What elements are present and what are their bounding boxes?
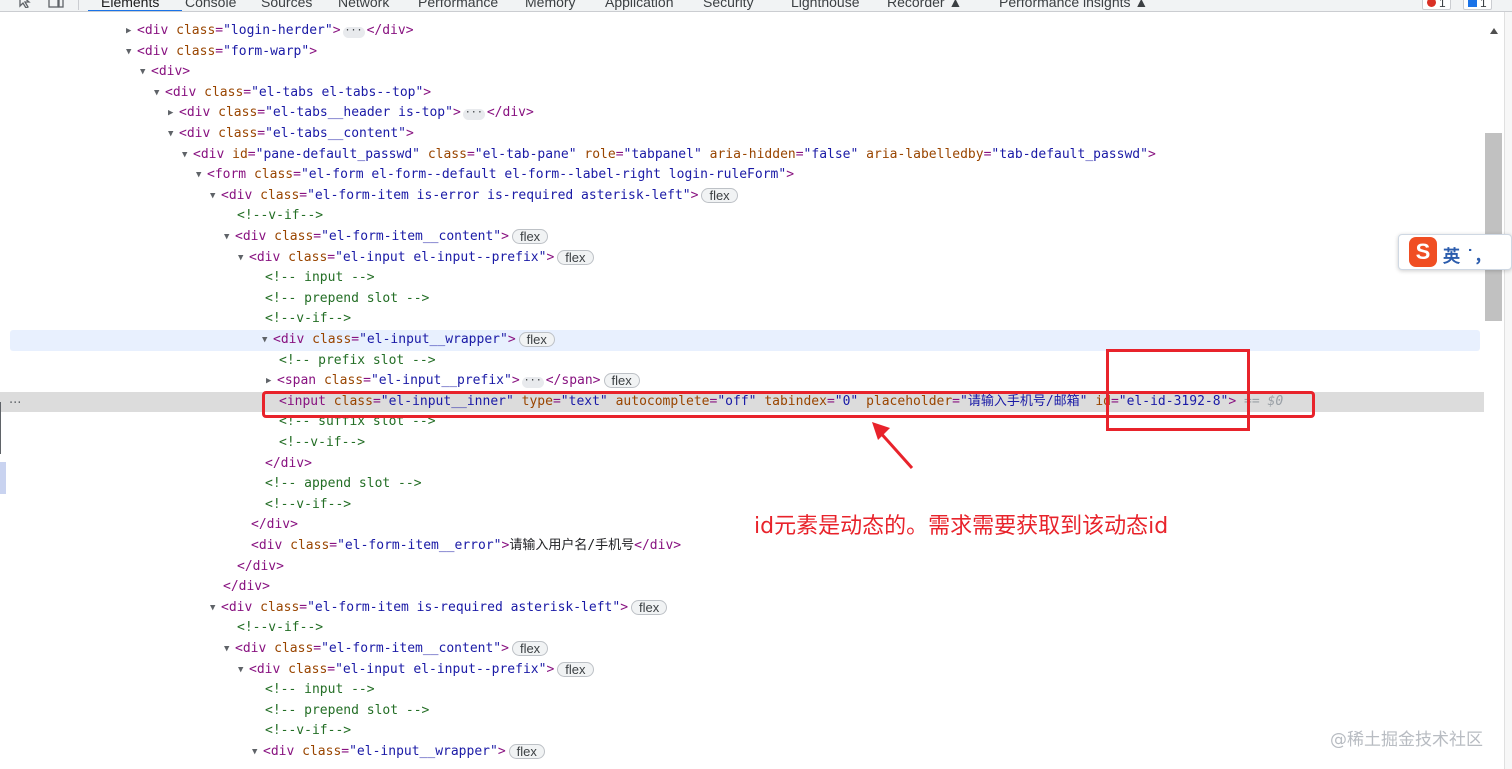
dom-node-el-input[interactable]: ▼ <div class="el-input el-input--prefix">… <box>0 248 1488 269</box>
expanded-triangle-icon[interactable]: ▼ <box>196 165 207 186</box>
dom-comment[interactable]: <!-- prepend slot --> <box>0 289 1488 310</box>
vertical-scrollbar[interactable] <box>1484 12 1504 769</box>
dom-node-form-warp[interactable]: ▼ <div class="form-warp"> <box>0 42 1488 63</box>
expanded-triangle-icon[interactable]: ▼ <box>224 227 235 248</box>
ime-toolbar[interactable]: S 英 ˙， <box>1398 234 1512 270</box>
dom-node-el-input-prefix[interactable]: ▶ <span class="el-input__prefix"> ··· </spa… <box>0 371 1488 392</box>
sogou-logo-icon: S <box>1409 237 1437 267</box>
issue-count: 1 <box>1480 0 1487 10</box>
expanded-triangle-icon[interactable]: ▼ <box>182 145 193 166</box>
scroll-up-arrow-icon[interactable] <box>1490 28 1498 34</box>
collapsed-triangle-icon[interactable]: ▶ <box>266 371 277 392</box>
dom-node-form-item-content[interactable]: ▼ <div class="el-form-item__content"> flex <box>0 227 1488 248</box>
expanded-triangle-icon[interactable]: ▼ <box>224 639 235 660</box>
flex-badge[interactable]: flex <box>508 744 545 759</box>
tab-sources[interactable]: Sources <box>261 0 312 10</box>
tab-memory[interactable]: Memory <box>525 0 576 10</box>
flex-badge[interactable]: flex <box>603 373 640 389</box>
ime-mode-label[interactable]: 英 ˙， <box>1443 242 1491 267</box>
tab-performance-insights[interactable]: Performance insights ▲ <box>999 0 1148 10</box>
dom-node-form-item-error-msg[interactable]: <div class="el-form-item__error">请输入用户名/… <box>0 536 1488 557</box>
devtools-tab-bar: Elements Console Sources Network Perform… <box>0 0 1512 12</box>
dom-node-el-input[interactable]: ▼ <div class="el-input el-input--prefix">… <box>0 660 1488 681</box>
toolbar-divider <box>78 0 79 10</box>
dom-comment[interactable]: <!-- prefix slot --> <box>0 351 1488 372</box>
dom-closing-tag[interactable]: </div> <box>0 577 1488 598</box>
watermark: @稀土掘金技术社区 <box>1330 730 1483 750</box>
dom-node-el-tabs[interactable]: ▼ <div class="el-tabs el-tabs--top"> <box>0 83 1488 104</box>
dom-closing-tag[interactable]: </div> <box>0 557 1488 578</box>
dom-node-login-herder[interactable]: ▶ <div class="login-herder"> ··· </div> <box>0 21 1488 42</box>
scrollbar-thumb[interactable] <box>1485 133 1502 321</box>
flex-badge[interactable]: flex <box>557 661 594 677</box>
dom-closing-tag[interactable]: </div> <box>0 515 1488 536</box>
right-panel-strip <box>1504 12 1512 769</box>
expanded-triangle-icon[interactable]: ▼ <box>126 42 137 63</box>
highlight-id-attribute-box <box>1106 349 1250 431</box>
expanded-triangle-icon[interactable]: ▼ <box>238 660 249 681</box>
device-toolbar-icon[interactable] <box>48 0 64 8</box>
dom-comment[interactable]: <!-- input --> <box>0 268 1488 289</box>
dom-node-el-tabs-header[interactable]: ▶ <div class="el-tabs__header is-top"> ···… <box>0 103 1488 124</box>
dom-node-form[interactable]: ▼ <form class="el-form el-form--default e… <box>0 165 1488 186</box>
tab-console[interactable]: Console <box>185 0 236 10</box>
expanded-triangle-icon[interactable]: ▼ <box>210 598 221 619</box>
dom-comment[interactable]: <!--v-if--> <box>0 433 1488 454</box>
issue-icon <box>1468 0 1477 7</box>
issue-count-badge[interactable]: 1 <box>1463 0 1492 10</box>
flex-badge[interactable]: flex <box>701 187 738 203</box>
node-actions-gutter[interactable]: ... <box>9 393 21 406</box>
collapsed-ellipsis[interactable]: ··· <box>462 108 485 121</box>
tab-performance[interactable]: Performance <box>418 0 498 10</box>
dom-comment[interactable]: <!--v-if--> <box>0 206 1488 227</box>
dom-closing-tag[interactable]: </div> <box>0 454 1488 475</box>
dom-comment[interactable]: <!--v-if--> <box>0 309 1488 330</box>
annotation-note: id元素是动态的。需求需要获取到该动态id <box>754 514 1169 539</box>
error-icon <box>1427 0 1436 7</box>
expanded-triangle-icon[interactable]: ▼ <box>238 248 249 269</box>
tab-application[interactable]: Application <box>605 0 674 10</box>
dom-node-form-item-content[interactable]: ▼ <div class="el-form-item__content"> flex <box>0 639 1488 660</box>
flex-badge[interactable]: flex <box>511 641 549 656</box>
dom-node-el-input-wrapper[interactable]: ▼ <div class="el-input__wrapper"> flex <box>10 330 1480 351</box>
collapsed-ellipsis[interactable]: ··· <box>342 26 365 38</box>
tab-lighthouse[interactable]: Lighthouse <box>791 0 860 10</box>
error-count-badge[interactable]: 1 <box>1422 0 1451 10</box>
expanded-triangle-icon[interactable]: ▼ <box>262 330 273 351</box>
flex-badge[interactable]: flex <box>557 249 594 265</box>
dom-node-el-tabs-content[interactable]: ▼ <div class="el-tabs__content"> <box>0 124 1488 145</box>
expanded-triangle-icon[interactable]: ▼ <box>210 186 221 207</box>
expanded-triangle-icon[interactable]: ▼ <box>168 124 179 145</box>
collapsed-ellipsis[interactable]: ··· <box>521 376 544 389</box>
dom-comment[interactable]: <!--v-if--> <box>0 495 1488 516</box>
flex-badge[interactable]: flex <box>511 229 549 244</box>
collapsed-triangle-icon[interactable]: ▶ <box>168 103 179 124</box>
expanded-triangle-icon[interactable]: ▼ <box>154 83 165 104</box>
tab-security[interactable]: Security <box>703 0 754 10</box>
dom-node-form-item[interactable]: ▼ <div class="el-form-item is-required as… <box>0 598 1488 619</box>
panel-edge-marker <box>0 462 6 494</box>
dom-comment[interactable]: <!--v-if--> <box>0 618 1488 639</box>
annotation-arrow-icon <box>872 422 914 470</box>
tab-network[interactable]: Network <box>338 0 389 10</box>
dom-node-el-input-wrapper[interactable]: ▼ <div class="el-input__wrapper"> flex <box>0 742 1488 763</box>
dom-node-div[interactable]: ▼ <div> <box>0 62 1488 83</box>
panel-resize-edge[interactable] <box>0 402 4 454</box>
dom-node-tab-pane[interactable]: ▼ <div id="pane-default_passwd" class="el… <box>0 145 1488 166</box>
expanded-triangle-icon[interactable]: ▼ <box>140 62 151 83</box>
dom-comment[interactable]: <!-- prepend slot --> <box>0 701 1488 722</box>
expanded-triangle-icon[interactable]: ▼ <box>252 742 263 763</box>
flex-badge[interactable]: flex <box>518 332 555 347</box>
dom-comment[interactable]: <!--v-if--> <box>0 721 1488 742</box>
collapsed-triangle-icon[interactable]: ▶ <box>126 21 137 42</box>
dom-comment[interactable]: <!-- input --> <box>0 680 1488 701</box>
flex-badge[interactable]: flex <box>631 599 668 615</box>
tab-recorder[interactable]: Recorder ▲ <box>887 0 962 10</box>
error-count: 1 <box>1439 0 1446 10</box>
dom-node-form-item-error[interactable]: ▼ <div class="el-form-item is-error is-re… <box>0 186 1488 207</box>
inspect-element-icon[interactable] <box>18 0 34 9</box>
dom-comment[interactable]: <!-- append slot --> <box>0 474 1488 495</box>
tab-elements[interactable]: Elements <box>101 0 159 10</box>
